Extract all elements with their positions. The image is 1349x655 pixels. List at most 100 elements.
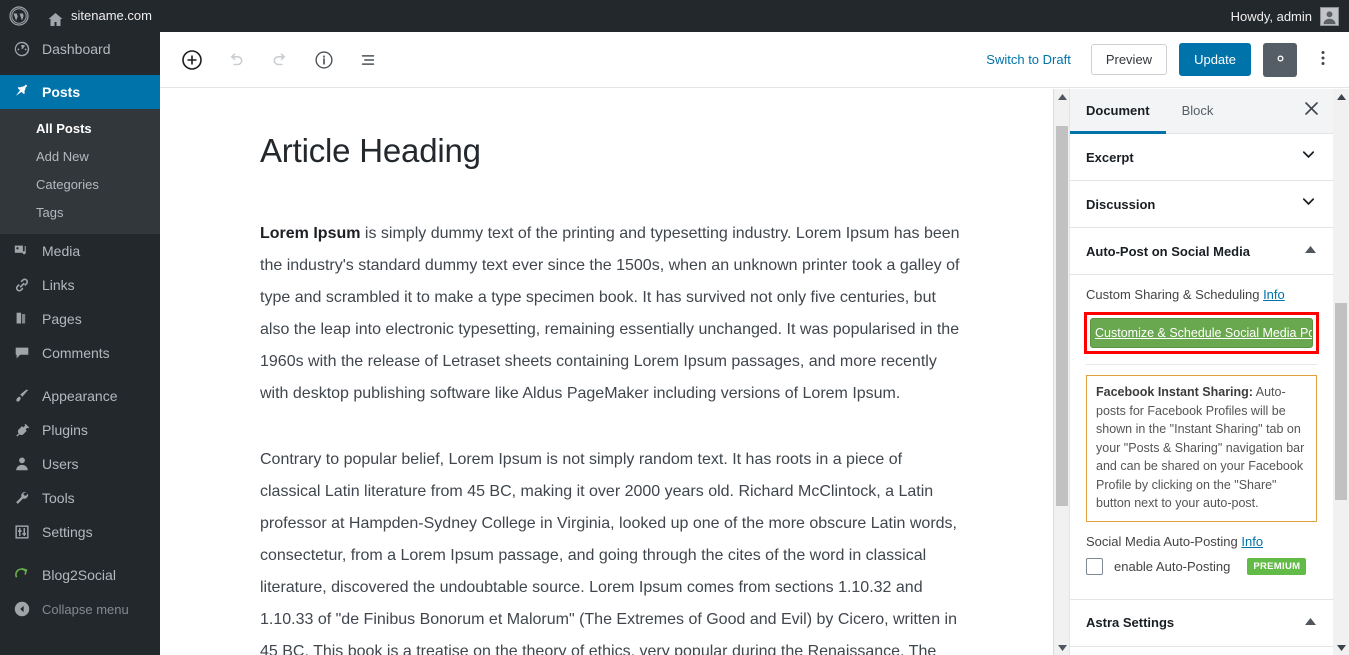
enable-auto-posting-row: enable Auto-Posting PREMIUM — [1086, 557, 1317, 587]
sidebar-item-appearance[interactable]: Appearance — [0, 379, 160, 413]
settings-gear-button[interactable] — [1263, 42, 1297, 77]
avatar[interactable] — [1320, 6, 1339, 26]
sidebar-item-label: Pages — [42, 311, 82, 327]
sidebar-item-categories[interactable]: Categories — [0, 171, 160, 199]
block-editor: Switch to Draft Preview Update Article H — [160, 32, 1349, 655]
blog2social-panel-body: Custom Sharing & Scheduling Info Customi… — [1070, 275, 1333, 600]
settings-sidebar: Document Block Excerpt Discussion Auto-P… — [1069, 89, 1333, 655]
close-settings-button[interactable] — [1289, 89, 1333, 133]
sidebar-divider-2 — [0, 370, 160, 379]
sidebar-item-settings[interactable]: Settings — [0, 515, 160, 549]
user-icon — [12, 454, 32, 474]
sidebar-item-label: Tools — [42, 490, 75, 506]
sidebar-item-links[interactable]: Links — [0, 268, 160, 302]
notice-text: Auto-posts for Facebook Profiles will be… — [1096, 385, 1305, 510]
custom-sharing-text: Custom Sharing & Scheduling — [1086, 287, 1260, 302]
panel-title: Auto-Post on Social Media — [1086, 243, 1250, 259]
tab-document[interactable]: Document — [1070, 89, 1166, 134]
wordpress-logo-icon — [9, 6, 29, 26]
panel-excerpt[interactable]: Excerpt — [1070, 134, 1333, 181]
paragraph-lead-text: Lorem Ipsum — [260, 224, 361, 242]
gear-icon — [1271, 49, 1290, 71]
customize-button-label: Customize & Schedule Social Media Posts — [1095, 326, 1313, 340]
home-icon — [47, 8, 64, 26]
sidebar-item-dashboard[interactable]: Dashboard — [0, 32, 160, 66]
media-icon — [12, 241, 32, 261]
collapse-menu-label: Collapse menu — [42, 601, 129, 617]
canvas-scrollbar-thumb[interactable] — [1056, 126, 1068, 506]
sidebar-item-label: Appearance — [42, 388, 118, 404]
plugin-icon — [12, 420, 32, 440]
notice-title: Facebook Instant Sharing: — [1096, 385, 1253, 399]
sidebar-item-plugins[interactable]: Plugins — [0, 413, 160, 447]
auto-posting-info-link[interactable]: Info — [1241, 534, 1263, 549]
enable-auto-posting-checkbox[interactable] — [1086, 557, 1103, 575]
switch-to-draft-button[interactable]: Switch to Draft — [978, 46, 1079, 73]
custom-sharing-info-link[interactable]: Info — [1263, 287, 1285, 302]
sidebar-item-label: Comments — [42, 345, 110, 361]
customize-schedule-social-media-posts-button[interactable]: Customize & Schedule Social Media Posts — [1090, 318, 1313, 348]
wordpress-post-editor-screen: sitename.com Howdy, admin Dashboard Post… — [0, 0, 1349, 655]
list-view-button[interactable] — [350, 42, 386, 78]
chevron-up-icon — [1304, 242, 1317, 260]
sidebar-item-label: Dashboard — [42, 41, 111, 57]
astra-sidebar-label: Sidebar — [1070, 647, 1333, 655]
chevron-up-icon — [1304, 614, 1317, 632]
site-name-menu[interactable]: sitename.com — [38, 0, 161, 32]
settings-sliders-icon — [12, 522, 32, 542]
sidebar-item-tools[interactable]: Tools — [0, 481, 160, 515]
sidebar-item-media[interactable]: Media — [0, 234, 160, 268]
redo-button[interactable] — [262, 42, 298, 78]
page-title[interactable]: Article Heading — [260, 131, 961, 171]
admin-sidebar-menu: Dashboard Posts All Posts Add New Catego… — [0, 32, 160, 655]
pages-icon — [12, 309, 32, 329]
settings-scrollbar-thumb[interactable] — [1335, 303, 1347, 500]
sidebar-item-label: Links — [42, 277, 75, 293]
posts-submenu: All Posts Add New Categories Tags — [0, 109, 160, 234]
sidebar-item-add-new[interactable]: Add New — [0, 143, 160, 171]
info-button[interactable] — [306, 42, 342, 78]
collapse-menu-button[interactable]: Collapse menu — [0, 592, 160, 626]
sidebar-item-users[interactable]: Users — [0, 447, 160, 481]
settings-scroll-up-arrow-icon[interactable] — [1333, 89, 1349, 105]
canvas-scrollbar[interactable] — [1053, 89, 1070, 655]
more-options-button[interactable] — [1309, 43, 1337, 77]
settings-sidebar-scrollbar[interactable] — [1333, 89, 1349, 655]
sidebar-item-posts[interactable]: Posts — [0, 75, 160, 109]
update-button[interactable]: Update — [1179, 43, 1251, 76]
admin-bar-right: Howdy, admin — [1231, 6, 1349, 26]
sidebar-item-label: Blog2Social — [42, 567, 116, 583]
sidebar-item-label: Settings — [42, 524, 93, 540]
undo-button[interactable] — [218, 42, 254, 78]
panel-astra-settings[interactable]: Astra Settings — [1070, 599, 1333, 647]
post-body: Article Heading Lorem Ipsum is simply du… — [160, 89, 1053, 655]
dashboard-icon — [12, 39, 32, 59]
kebab-menu-icon — [1313, 48, 1333, 71]
sidebar-item-pages[interactable]: Pages — [0, 302, 160, 336]
wp-logo-menu[interactable] — [0, 0, 38, 32]
panel-auto-post-on-social-media[interactable]: Auto-Post on Social Media — [1070, 228, 1333, 275]
sidebar-divider-3 — [0, 549, 160, 558]
post-paragraph-2[interactable]: Contrary to popular belief, Lorem Ipsum … — [260, 444, 961, 655]
post-content-canvas[interactable]: Article Heading Lorem Ipsum is simply du… — [160, 89, 1053, 655]
scroll-down-arrow-icon[interactable] — [1054, 639, 1070, 655]
scroll-up-arrow-icon[interactable] — [1054, 89, 1070, 105]
sidebar-item-comments[interactable]: Comments — [0, 336, 160, 370]
settings-tabs: Document Block — [1070, 89, 1333, 134]
settings-scroll-down-arrow-icon[interactable] — [1333, 639, 1349, 655]
sidebar-item-all-posts[interactable]: All Posts — [0, 115, 160, 143]
tab-block[interactable]: Block — [1166, 89, 1230, 134]
post-paragraph-1[interactable]: Lorem Ipsum is simply dummy text of the … — [260, 218, 961, 410]
panel-discussion[interactable]: Discussion — [1070, 181, 1333, 228]
sidebar-item-blog2social[interactable]: Blog2Social — [0, 558, 160, 592]
preview-button[interactable]: Preview — [1090, 44, 1168, 75]
howdy-label[interactable]: Howdy, admin — [1231, 9, 1312, 24]
sidebar-item-tags[interactable]: Tags — [0, 199, 160, 227]
blog2social-icon — [12, 565, 32, 585]
chevron-down-icon — [1300, 193, 1317, 215]
enable-auto-posting-label: enable Auto-Posting — [1114, 558, 1231, 574]
panel-title: Excerpt — [1086, 149, 1134, 165]
add-block-button[interactable] — [174, 42, 210, 78]
wrench-icon — [12, 488, 32, 508]
paragraph-text: Contrary to popular belief, Lorem Ipsum … — [260, 450, 957, 655]
